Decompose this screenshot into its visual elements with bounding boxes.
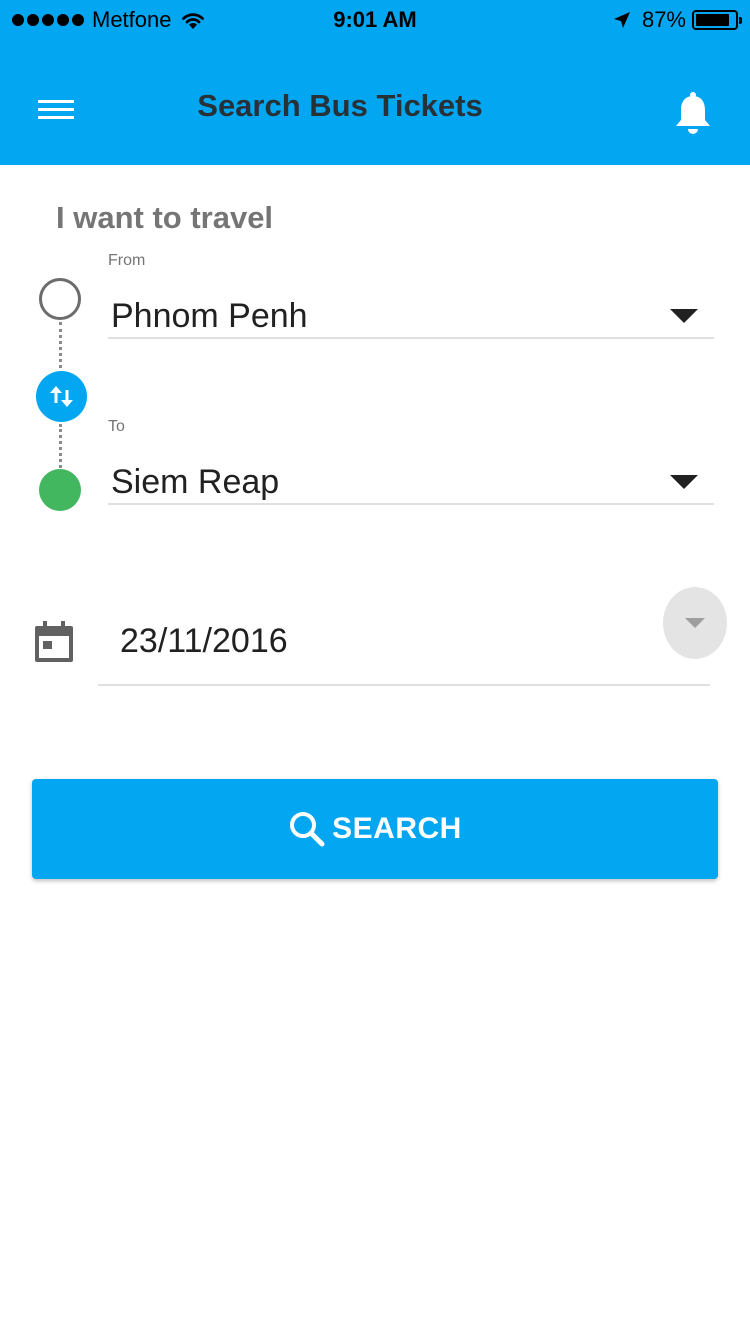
origin-marker-icon <box>39 278 81 320</box>
date-value: 23/11/2016 <box>120 622 288 660</box>
date-input[interactable]: 23/11/2016 <box>98 600 710 686</box>
section-heading: I want to travel <box>56 200 274 235</box>
date-dropdown-button[interactable] <box>663 587 727 659</box>
to-label: To <box>108 418 125 435</box>
chevron-down-icon <box>670 475 698 489</box>
location-arrow-icon <box>613 12 630 28</box>
destination-marker-icon <box>39 469 81 511</box>
from-value: Phnom Penh <box>111 297 308 335</box>
route-connector-top <box>59 322 62 368</box>
to-select[interactable]: Siem Reap <box>108 453 714 505</box>
top-bar: Metfone 9:01 AM 87% Search Bus Tickets <box>0 0 750 165</box>
battery-percent: 87% <box>641 7 686 32</box>
chevron-down-icon <box>670 309 698 323</box>
from-select[interactable]: Phnom Penh <box>108 287 714 339</box>
route-connector-bottom <box>59 424 62 468</box>
bell-icon <box>676 92 710 134</box>
to-value: Siem Reap <box>111 463 280 501</box>
status-right: 87% <box>612 7 742 33</box>
page-title: Search Bus Tickets <box>197 88 483 123</box>
chevron-down-icon <box>685 618 705 628</box>
search-icon <box>290 812 325 847</box>
notifications-button[interactable] <box>672 90 714 136</box>
calendar-icon <box>35 621 73 662</box>
battery-icon <box>692 10 742 30</box>
swap-vertical-icon <box>50 386 73 407</box>
search-button[interactable]: SEARCH <box>32 779 718 879</box>
status-bar: Metfone 9:01 AM 87% <box>0 0 750 40</box>
app-bar: Search Bus Tickets <box>0 40 750 165</box>
battery-level <box>696 14 729 26</box>
from-label: From <box>108 252 146 269</box>
swap-locations-button[interactable] <box>36 371 87 422</box>
search-button-label: SEARCH <box>332 812 462 845</box>
